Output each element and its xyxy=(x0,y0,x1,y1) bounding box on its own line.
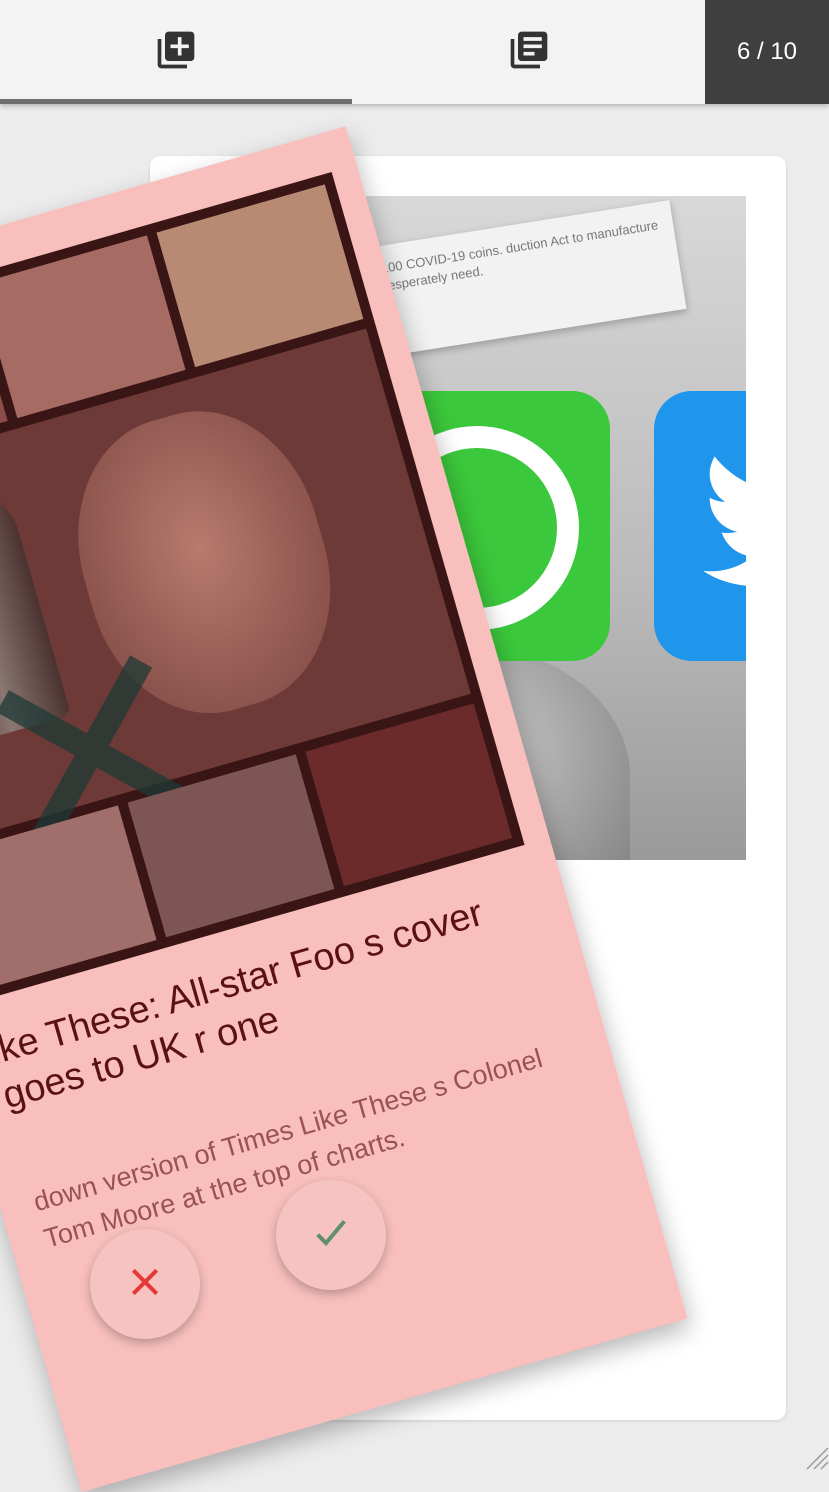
resize-grip-icon[interactable] xyxy=(801,1442,829,1470)
card-counter: 6 / 10 xyxy=(705,0,829,104)
add-box-icon xyxy=(154,28,198,77)
check-icon xyxy=(311,1213,351,1258)
close-icon xyxy=(125,1262,165,1307)
clipping-text: ce $100 COVID-19 coins. duction Act to m… xyxy=(355,214,677,300)
twitter-logo-icon xyxy=(654,391,746,661)
reject-button[interactable] xyxy=(90,1229,200,1339)
tab-add[interactable] xyxy=(0,0,352,104)
active-tab-indicator xyxy=(0,99,352,104)
tab-library[interactable] xyxy=(352,0,705,104)
collage-tile xyxy=(0,805,157,989)
library-books-icon xyxy=(507,28,551,77)
accept-button[interactable] xyxy=(276,1180,386,1290)
top-app-bar: 6 / 10 xyxy=(0,0,829,104)
